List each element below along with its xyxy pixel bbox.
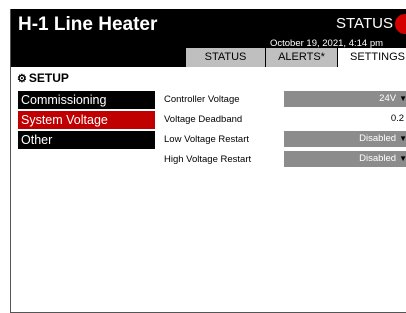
status-label: STATUS: [336, 15, 393, 32]
app-window: H-1 Line Heater STATUS October 19, 2021,…: [10, 9, 406, 313]
low-voltage-restart-label: Low Voltage Restart: [164, 134, 250, 145]
low-voltage-restart-value: Disabled: [359, 133, 397, 144]
setup-heading-label: SETUP: [28, 71, 69, 85]
chevron-down-icon: ▼: [399, 94, 406, 103]
setup-heading: ⚙ SETUP: [17, 71, 69, 85]
high-voltage-restart-select[interactable]: Disabled▼: [284, 151, 406, 167]
sidebar-item-system-voltage[interactable]: System Voltage: [18, 111, 155, 129]
chevron-down-icon: ▼: [399, 134, 406, 143]
controller-voltage-label: Controller Voltage: [164, 94, 240, 105]
status-indicator-icon: [395, 14, 406, 34]
tab-alerts[interactable]: ALERTS*: [265, 48, 337, 67]
high-voltage-restart-value: Disabled: [359, 153, 397, 164]
tab-status[interactable]: STATUS: [185, 48, 265, 67]
chevron-down-icon: ▼: [399, 154, 406, 163]
controller-voltage-select[interactable]: 24V▼: [284, 91, 406, 107]
voltage-deadband-label: Voltage Deadband: [164, 114, 243, 125]
controller-voltage-value: 24V: [379, 93, 397, 104]
voltage-deadband-field[interactable]: 0.2 V: [284, 111, 406, 127]
tab-settings[interactable]: SETTINGS: [337, 48, 406, 67]
voltage-deadband-value: 0.2 V: [390, 113, 406, 124]
sidebar-item-other[interactable]: Other: [18, 131, 155, 149]
low-voltage-restart-select[interactable]: Disabled▼: [284, 131, 406, 147]
gear-icon: ⚙: [17, 73, 27, 85]
app-title: H-1 Line Heater: [18, 14, 158, 35]
sidebar-item-commissioning[interactable]: Commissioning: [18, 91, 155, 109]
high-voltage-restart-label: High Voltage Restart: [164, 154, 252, 165]
